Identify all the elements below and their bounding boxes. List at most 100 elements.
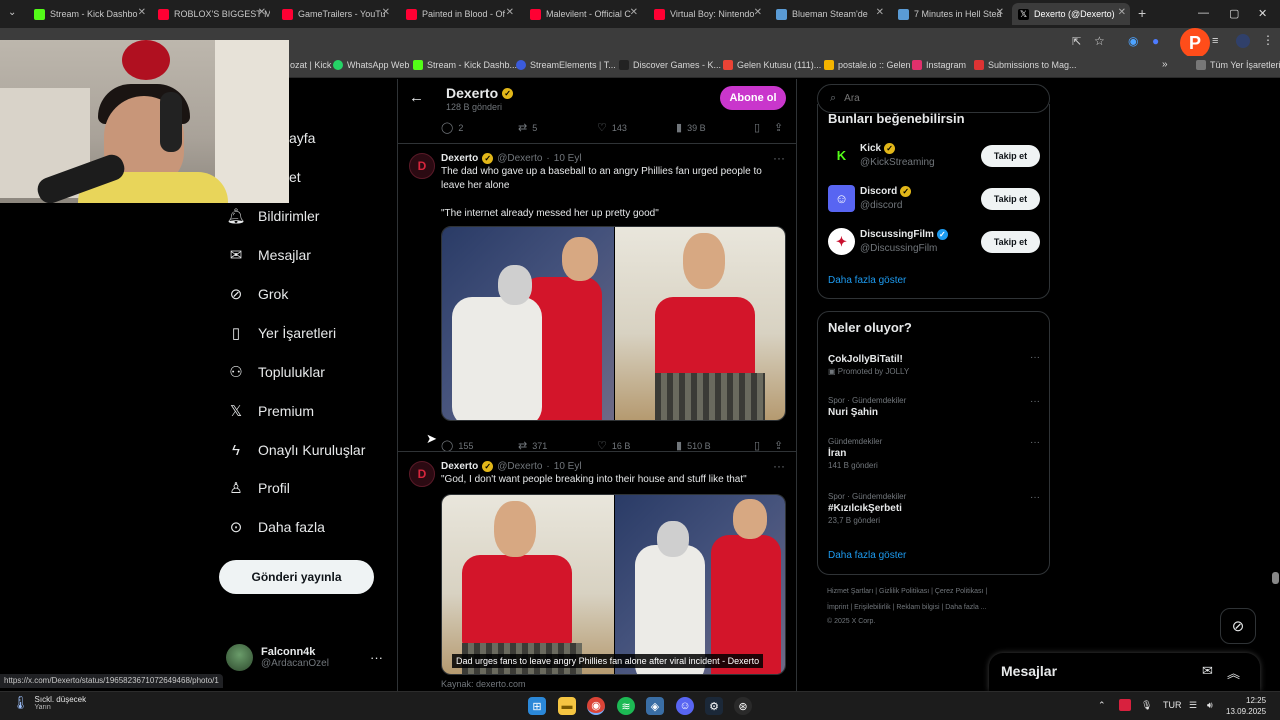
link-source[interactable]: Kaynak: dexerto.com [441,679,526,689]
more-dots-icon[interactable]: ··· [1030,352,1040,363]
language-indicator[interactable]: TUR [1163,700,1182,710]
follow-suggestion[interactable]: K Kick ✓ @KickStreaming Takip et [828,142,1040,172]
tweet-date[interactable]: 10 Eyl [554,153,582,164]
share-button[interactable]: ⇪ [774,121,783,134]
scrollbar[interactable] [1271,79,1280,691]
bookmark-button[interactable]: ▯ [754,121,760,134]
more-dots-icon[interactable]: ··· [1030,396,1040,407]
windows-start-icon[interactable]: ⊞ [528,697,546,715]
close-icon[interactable]: ✕ [382,7,390,18]
tab-kick-dashboard[interactable]: Stream - Kick Dashbo ✕ [28,3,150,25]
repost-button[interactable]: ⇄ 5 [518,121,537,134]
close-icon[interactable]: ✕ [138,7,146,18]
more-dots-icon[interactable]: ··· [1030,492,1040,503]
views-button[interactable]: ▮ 39 B [676,121,706,134]
nav-notifications[interactable]: 🔔︎ Bildirimler [226,208,319,225]
tweet-photo[interactable] [615,227,785,420]
star-icon[interactable]: ☆ [1094,34,1105,48]
tab-dexerto[interactable]: 𝕏 Dexerto (@Dexerto) ✕ [1012,3,1130,25]
tab-virtual-boy[interactable]: Virtual Boy: Nintendo ✕ [648,3,766,25]
footer-links-row[interactable]: Hizmet Şartları | Gizlilik Politikası | … [827,588,987,595]
reply-button[interactable]: ◯ 2 [441,121,463,134]
nav-bookmarks[interactable]: ▯ Yer İşaretleri [228,325,336,342]
new-message-icon[interactable]: ✉ [1202,663,1213,679]
trend-item[interactable]: Gündemdekiler İran 141 B gönderi ··· [828,437,1040,470]
nav-premium[interactable]: 𝕏 Premium [228,403,314,420]
close-icon[interactable]: ✕ [258,7,266,18]
bookmark-kick-dashboard[interactable]: Stream - Kick Dashb... [413,60,517,70]
bookmark-submissions[interactable]: Submissions to Mag... [974,60,1077,70]
close-icon[interactable]: ✕ [506,7,514,18]
nav-messages[interactable]: ✉ Mesajlar [228,247,311,264]
footer-links-row[interactable]: İmprint | Erişilebilirlik | Reklam bilgi… [827,604,987,611]
trend-item[interactable]: ÇokJollyBiTatil! ▣ Promoted by JOLLY ··· [828,352,1040,376]
maximize-button[interactable]: ▢ [1229,7,1239,20]
bookmark-discover-games[interactable]: Discover Games - K... [619,60,721,70]
tweet-date[interactable]: 10 Eyl [554,461,582,472]
like-button[interactable]: ♡ 143 [597,121,627,134]
nav-home[interactable]: ayfa [289,130,315,146]
show-more-link[interactable]: Daha fazla göster [828,275,906,286]
tweet[interactable]: D Dexerto ✓ @Dexerto · 10 Eyl ··· The da… [398,149,796,452]
follow-suggestion[interactable]: ☺ Discord ✓ @discord Takip et [828,185,1040,215]
chevron-up-icon[interactable]: ⌃ [1098,700,1106,711]
spotify-icon[interactable]: ≋ [617,697,635,715]
discord-icon[interactable]: ☺ [676,697,694,715]
steam-icon[interactable]: ⚙ [705,697,723,715]
follow-button[interactable]: Takip et [981,188,1040,210]
more-dots-icon[interactable]: ··· [773,151,785,165]
tab-7-minutes-in-hell[interactable]: 7 Minutes in Hell Stea ✕ [892,3,1008,25]
search-input[interactable] [844,93,1025,104]
bookmarks-overflow-icon[interactable]: » [1162,59,1168,70]
nav-profile[interactable]: ♙ Profil [228,480,290,497]
wifi-icon[interactable]: ☰ [1189,700,1197,711]
chevron-up-icon[interactable]: ︽ [1227,663,1240,682]
more-dots-icon[interactable]: ··· [370,650,383,665]
tab-blueman-steam[interactable]: Blueman Steam'de ✕ [770,3,888,25]
menu-kebab-icon[interactable]: ⋮ [1262,33,1274,47]
tab-list-icon[interactable]: ⌄ [8,7,16,18]
trend-item[interactable]: Spor · Gündemdekiler Nuri Şahin ··· [828,396,1040,418]
bookmark-gmail[interactable]: Gelen Kutusu (111)... [723,60,821,70]
microphone-icon[interactable]: 🎙︎ [1141,700,1152,711]
all-bookmarks[interactable]: Tüm Yer İşaretleri [1196,60,1280,70]
chrome-icon[interactable]: ◉ [587,697,605,715]
more-dots-icon[interactable]: ··· [1030,437,1040,448]
network-app-icon[interactable]: ◈ [646,697,664,715]
follow-suggestion[interactable]: ✦ DiscussingFilm ✓ @DiscussingFilm Takip … [828,228,1040,258]
system-clock[interactable]: 12:25 13.09.2025 [1226,695,1266,717]
extension-icon[interactable]: ● [1152,34,1159,48]
new-tab-button[interactable]: + [1138,5,1146,21]
tab-gametrailers[interactable]: GameTrailers - YouTu ✕ [276,3,394,25]
account-switcher[interactable]: Falconn4k @ArdacanOzel [226,644,329,671]
close-icon[interactable]: ✕ [996,7,1004,18]
show-more-link[interactable]: Daha fazla göster [828,550,906,561]
nav-explore[interactable]: et [289,169,301,185]
follow-button[interactable]: Takip et [981,231,1040,253]
tab-painted-in-blood[interactable]: Painted in Blood - Of ✕ [400,3,518,25]
bookmark-kick[interactable]: ozat | Kick [290,60,331,70]
trend-item[interactable]: Spor · Gündemdekiler #KızılcıkŞerbeti 23… [828,492,1040,525]
bookmark-whatsapp[interactable]: WhatsApp Web [333,60,409,70]
close-icon[interactable]: ✕ [1118,7,1126,18]
bookmark-instagram[interactable]: Instagram [912,60,966,70]
close-window-button[interactable]: ✕ [1258,7,1267,20]
back-arrow-icon[interactable]: ← [409,89,424,106]
more-dots-icon[interactable]: ··· [773,459,785,473]
close-icon[interactable]: ✕ [754,7,762,18]
tab-roblox[interactable]: ROBLOX'S BIGGEST M ✕ [152,3,270,25]
bookmark-streamelements[interactable]: StreamElements | T... [516,60,616,70]
steam-alt-icon[interactable]: ⊛ [734,697,752,715]
messages-drawer[interactable]: Mesajlar ✉ ︽ [989,653,1260,691]
post-button[interactable]: Gönderi yayınla [219,560,374,594]
profile-p-icon[interactable]: P [1180,28,1210,58]
tweet-link-card[interactable]: Dad urges fans to leave angry Phillies f… [441,494,786,675]
tweet[interactable]: D Dexerto ✓ @Dexerto · 10 Eyl ··· "God, … [398,457,796,691]
app-tray-icon[interactable] [1119,699,1131,711]
follow-button[interactable]: Takip et [981,145,1040,167]
extensions-puzzle-icon[interactable]: ≡ [1212,35,1218,47]
file-explorer-icon[interactable]: ▬ [558,697,576,715]
tab-malevilent[interactable]: Malevilent - Official C ✕ [524,3,642,25]
close-icon[interactable]: ✕ [876,7,884,18]
nav-communities[interactable]: ⚇ Topluluklar [228,364,325,381]
